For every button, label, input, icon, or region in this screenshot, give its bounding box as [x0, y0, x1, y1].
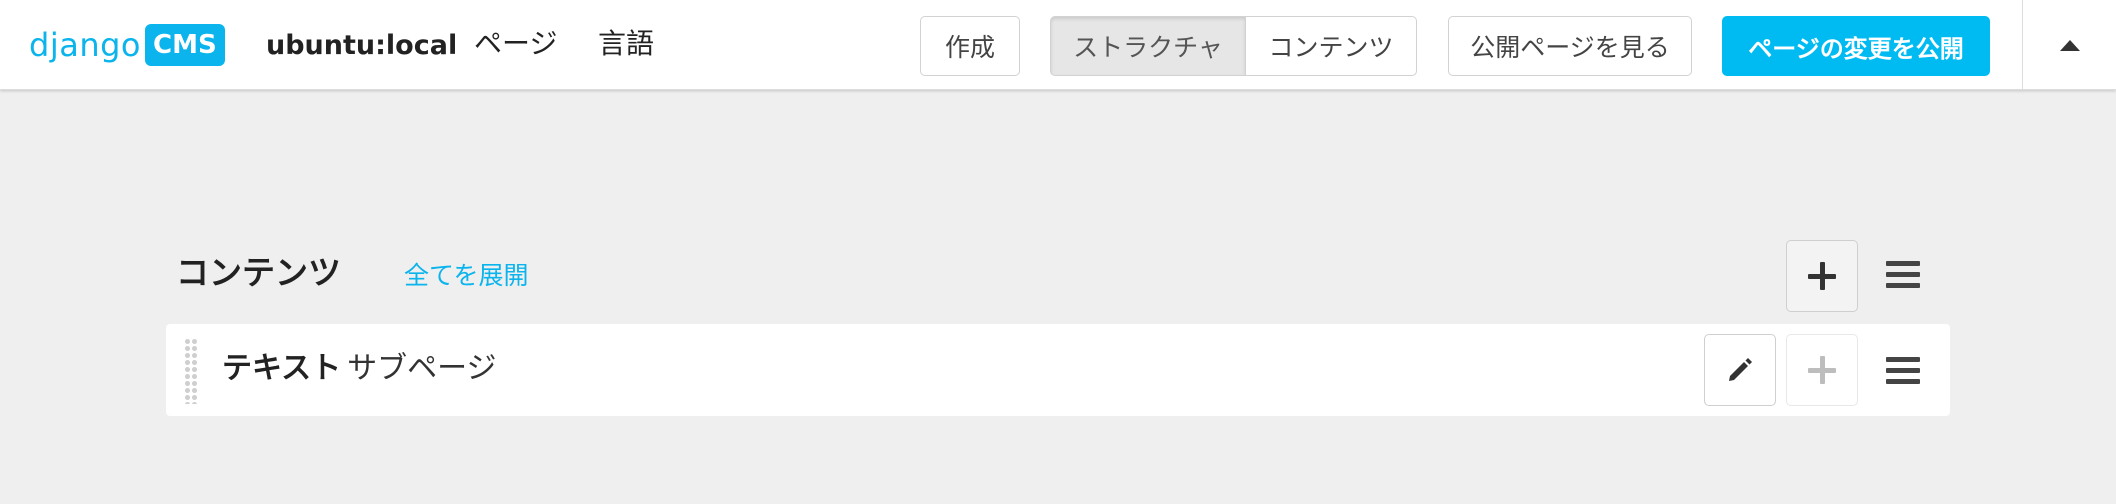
logo-badge: CMS [144, 24, 225, 66]
publish-changes-button[interactable]: ページの変更を公開 [1722, 16, 1990, 76]
menu-page[interactable]: ページ [474, 26, 557, 62]
plugin-name: サブページ [347, 351, 497, 386]
plus-icon [1808, 262, 1836, 290]
plugin-label: テキスト サブページ [222, 348, 497, 390]
logo-word: django [29, 26, 141, 64]
view-published-button[interactable]: 公開ページを見る [1448, 16, 1692, 76]
placeholder-menu-icon[interactable] [1886, 261, 1920, 289]
placeholder-title: コンテンツ [176, 253, 341, 292]
django-cms-logo[interactable]: django CMS [29, 24, 225, 66]
cms-toolbar: django CMS ubuntu:local ページ 言語 作成 ストラクチャ… [0, 0, 2116, 90]
plugin-menu-icon[interactable] [1886, 357, 1920, 385]
expand-all-link[interactable]: 全てを展開 [404, 258, 529, 294]
pencil-icon [1729, 358, 1752, 381]
create-button[interactable]: 作成 [920, 16, 1020, 76]
plugin-row[interactable]: テキスト サブページ [166, 324, 1950, 416]
content-mode-button[interactable]: コンテンツ [1245, 16, 1417, 76]
add-child-plugin-button[interactable] [1786, 334, 1858, 406]
drag-handle-icon[interactable] [184, 338, 198, 404]
menu-language[interactable]: 言語 [598, 26, 654, 62]
toolbar-collapse-button[interactable] [2023, 0, 2116, 90]
structure-mode-button[interactable]: ストラクチャ [1050, 16, 1246, 76]
plus-icon [1808, 356, 1836, 384]
placeholder-add-plugin-button[interactable] [1786, 240, 1858, 312]
edit-plugin-button[interactable] [1704, 334, 1776, 406]
caret-up-icon [2059, 39, 2080, 51]
plugin-type: テキスト [222, 351, 342, 386]
site-name-menu[interactable]: ubuntu:local [266, 28, 457, 64]
